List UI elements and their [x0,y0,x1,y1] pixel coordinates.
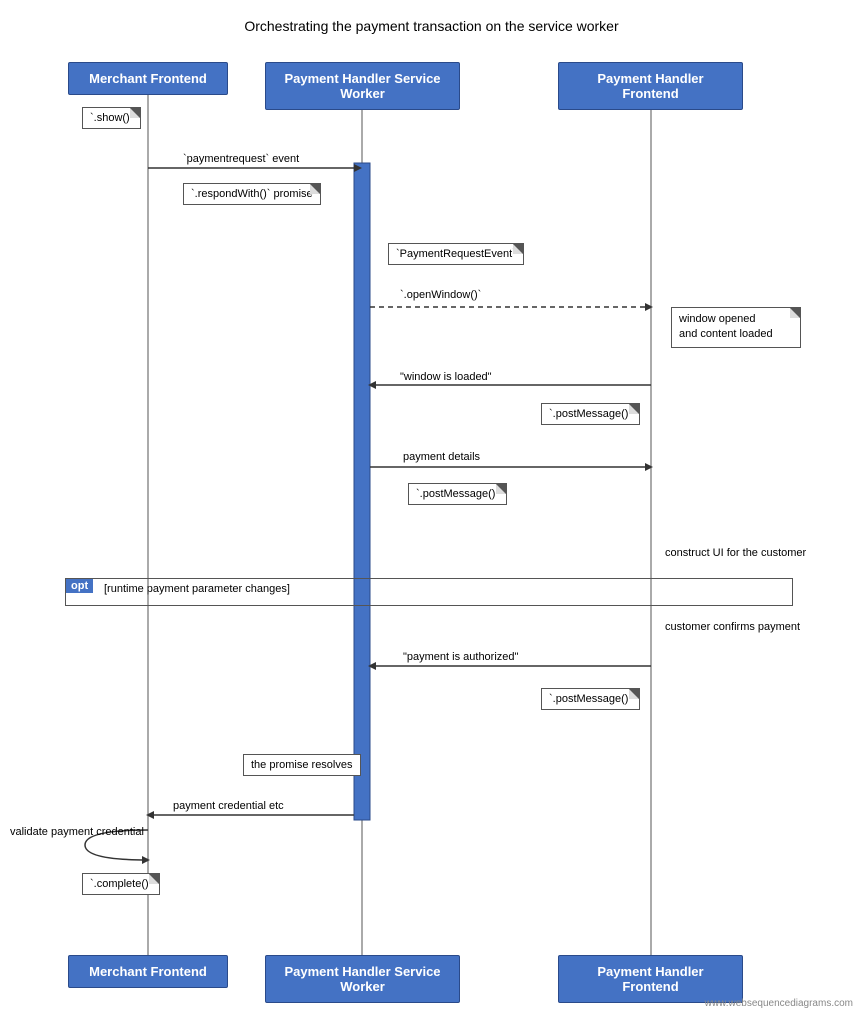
opt-tag: opt [66,579,93,593]
diagram-title: Orchestrating the payment transaction on… [0,0,863,44]
watermark: www.websequencediagrams.com [705,998,853,1009]
note-customer-confirms: customer confirms payment [658,617,807,637]
opt-label: [runtime payment parameter changes] [104,583,290,595]
note-postmessage-2: `.postMessage()` [408,483,507,505]
label-paymentrequest: `paymentrequest` event [183,153,299,165]
footer-service-worker: Payment Handler Service Worker [265,955,460,1003]
note-paymentrequestevt: `PaymentRequestEvent` [388,243,524,265]
header-payment-handler: Payment Handler Frontend [558,62,743,110]
arrows-svg [0,0,863,1019]
note-window-opened: window openedand content loaded [671,307,801,348]
diagram-container: Orchestrating the payment transaction on… [0,0,863,1019]
footer-merchant: Merchant Frontend [68,955,228,988]
label-payment-details: payment details [403,451,480,463]
note-construct-ui: construct UI for the customer [658,543,813,563]
label-payment-credential: payment credential etc [173,800,284,812]
label-validate-credential: validate payment credential [10,826,144,838]
note-respondwith: `.respondWith()` promise [183,183,321,205]
label-openwindow: `.openWindow()` [400,289,481,301]
footer-payment-handler: Payment Handler Frontend [558,955,743,1003]
note-postmessage-1: `.postMessage()` [541,403,640,425]
note-complete: `.complete()` [82,873,160,895]
label-window-loaded: "window is loaded" [400,371,492,383]
note-promise-resolves: the promise resolves [243,754,361,776]
note-show: `.show()` [82,107,141,129]
opt-box: opt [runtime payment parameter changes] [65,578,793,606]
header-merchant: Merchant Frontend [68,62,228,95]
header-service-worker: Payment Handler Service Worker [265,62,460,110]
note-postmessage-3: `.postMessage()` [541,688,640,710]
label-payment-authorized: "payment is authorized" [403,651,518,663]
